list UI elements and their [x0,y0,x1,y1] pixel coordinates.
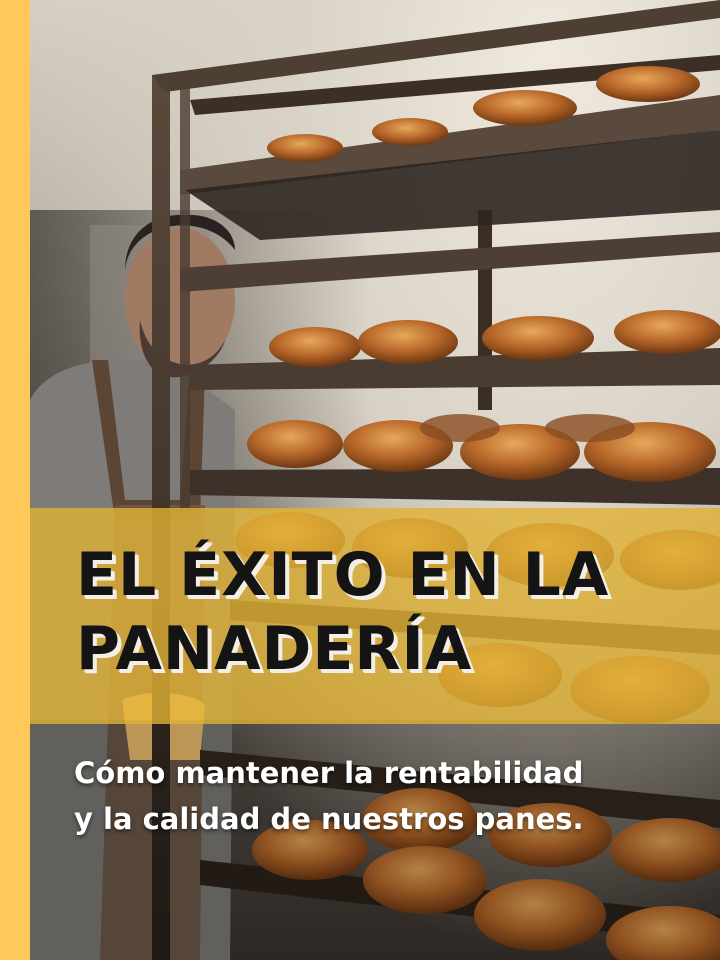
title-line-1: EL ÉXITO EN LA [76,540,610,610]
cover-page: EL ÉXITO EN LA PANADERÍA Cómo mantener l… [0,0,720,960]
title-line-2: PANADERÍA [76,614,473,684]
accent-stripe [0,0,30,960]
subtitle-line-1: Cómo mantener la rentabilidad [74,756,584,790]
subtitle-line-2: y la calidad de nuestros panes. [74,802,584,836]
cover-title: EL ÉXITO EN LA PANADERÍA [76,538,706,686]
cover-subtitle: Cómo mantener la rentabilidad y la calid… [74,750,694,842]
